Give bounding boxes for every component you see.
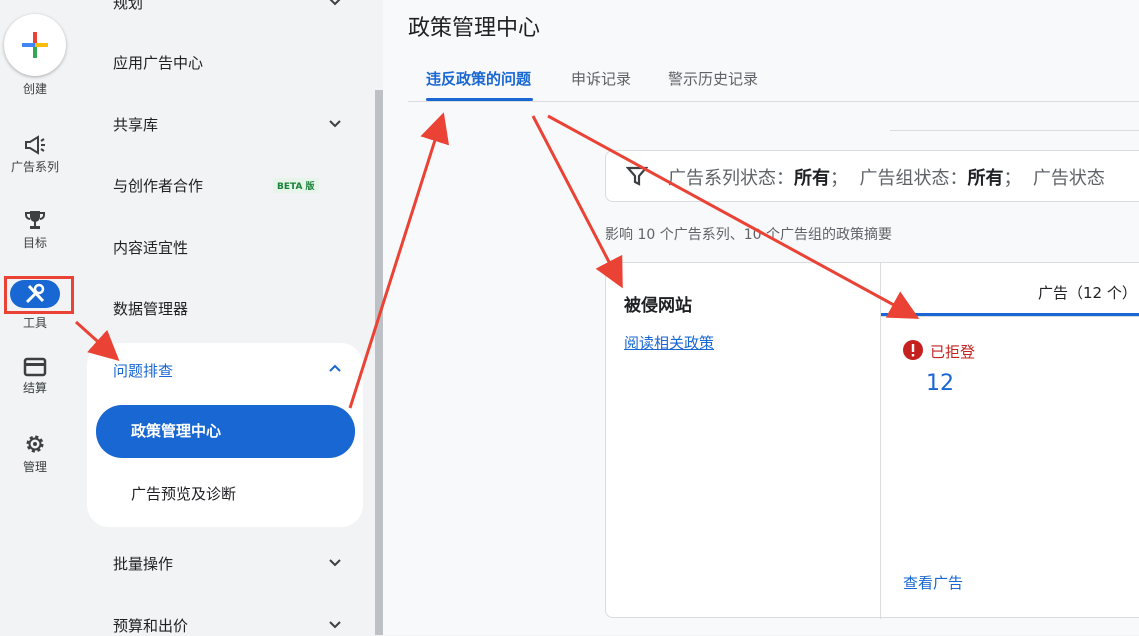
read-policy-link[interactable]: 阅读相关政策 xyxy=(624,332,714,353)
policy-issue-card: 被侵网站 阅读相关政策 广告（12 个） 已拒登 12 查看广告 xyxy=(605,262,1139,619)
policy-summary-text: 影响 10 个广告系列、10 个广告组的政策摘要 xyxy=(605,227,892,243)
nav-item-troubleshooting[interactable]: 问题排查 xyxy=(113,360,343,381)
rail-label: 目标 xyxy=(22,236,47,250)
nav-item-planning[interactable]: 规划 xyxy=(113,0,343,13)
nav-item-label: 批量操作 xyxy=(113,555,174,573)
nav-item-label: 应用广告中心 xyxy=(113,54,204,72)
nav-item-data-manager[interactable]: 数据管理器 xyxy=(113,298,343,319)
nav-item-bulk-actions[interactable]: 批量操作 xyxy=(113,553,343,574)
gear-icon xyxy=(26,435,44,453)
filter-summary: 广告系列状态：所有； 广告组状态：所有； 广告状态 xyxy=(668,168,1105,189)
create-button[interactable] xyxy=(4,14,66,76)
rail-label: 工具 xyxy=(22,316,47,330)
filter-key: 广告状态 xyxy=(1032,168,1105,189)
divider xyxy=(890,130,1139,131)
trophy-icon xyxy=(25,211,45,229)
tab-policy-issues[interactable]: 违反政策的问题 xyxy=(426,68,531,89)
nav-item-label: 政策管理中心 xyxy=(131,422,222,440)
rail-item-tools[interactable]: 工具 xyxy=(0,312,70,331)
rail-label: 管理 xyxy=(22,460,47,474)
tab-appeal-history[interactable]: 申诉记录 xyxy=(571,68,631,89)
rail-item-billing[interactable]: 结算 xyxy=(0,357,70,396)
filter-icon xyxy=(626,166,648,186)
filter-key: 广告组状态： xyxy=(859,168,968,189)
nav-item-label: 预算和出价 xyxy=(113,617,189,635)
nav-item-label: 共享库 xyxy=(113,116,159,134)
tools-icon xyxy=(25,283,45,304)
megaphone-icon xyxy=(25,135,45,155)
rail-label: 结算 xyxy=(22,381,47,395)
disapproved-count[interactable]: 12 xyxy=(926,371,954,396)
nav-item-label: 规划 xyxy=(113,0,144,12)
chevron-down-icon xyxy=(329,559,341,567)
rail-item-admin[interactable]: 管理 xyxy=(0,432,70,475)
rail-label: 广告系列 xyxy=(10,160,59,174)
tools-nav: 规划 应用广告中心 共享库 与创作者合作 BETA 版 内容适宜性 数据管理器 … xyxy=(85,0,375,635)
nav-item-label: 数据管理器 xyxy=(113,300,189,318)
ads-count-tab[interactable]: 广告（12 个） xyxy=(1038,282,1137,303)
ads-tab-divider xyxy=(881,316,1139,317)
beta-badge: BETA 版 xyxy=(273,178,319,193)
chevron-down-icon xyxy=(329,120,341,128)
credit-card-icon xyxy=(23,357,47,377)
filter-value: 所有 xyxy=(794,168,830,189)
nav-item-budgets-bids[interactable]: 预算和出价 xyxy=(113,615,343,636)
nav-item-ad-preview[interactable]: 广告预览及诊断 xyxy=(131,483,361,504)
filter-bar[interactable]: 广告系列状态：所有； 广告组状态：所有； 广告状态 xyxy=(605,150,1139,202)
policy-name: 被侵网站 xyxy=(624,296,692,316)
error-icon xyxy=(903,340,923,360)
disapproved-label: 已拒登 xyxy=(930,343,976,361)
tab-warning-history[interactable]: 警示历史记录 xyxy=(668,68,758,89)
nav-item-label: 内容适宜性 xyxy=(113,239,189,257)
tabs-divider xyxy=(408,101,1139,102)
left-rail: 创建 广告系列 目标 工具 结算 管理 xyxy=(0,0,74,635)
sidebar-scrollbar[interactable] xyxy=(375,90,383,635)
plus-icon xyxy=(22,32,48,58)
filter-key: 广告系列状态： xyxy=(668,168,794,189)
filter-value: 所有 xyxy=(967,168,1004,189)
chevron-up-icon xyxy=(329,364,341,372)
chevron-down-icon xyxy=(329,0,341,6)
view-ads-link[interactable]: 查看广告 xyxy=(903,572,963,593)
nav-item-app-center[interactable]: 应用广告中心 xyxy=(113,52,343,73)
nav-item-content-suitability[interactable]: 内容适宜性 xyxy=(113,237,343,258)
nav-item-shared-library[interactable]: 共享库 xyxy=(113,114,343,135)
tools-pill[interactable] xyxy=(10,280,60,308)
main-content: 政策管理中心 违反政策的问题 申诉记录 警示历史记录 广告系列状态：所有； 广告… xyxy=(383,0,1139,635)
rail-item-campaigns[interactable]: 广告系列 xyxy=(0,134,70,175)
chevron-down-icon xyxy=(329,621,341,629)
create-label: 创建 xyxy=(22,82,47,96)
nav-item-label: 广告预览及诊断 xyxy=(131,485,237,503)
page-title: 政策管理中心 xyxy=(408,16,541,41)
nav-item-policy-manager[interactable]: 政策管理中心 xyxy=(96,405,355,458)
rail-item-goals[interactable]: 目标 xyxy=(0,208,70,251)
nav-item-label: 与创作者合作 xyxy=(113,177,204,195)
nav-item-label: 问题排查 xyxy=(113,362,174,380)
nav-item-creator-partnership[interactable]: 与创作者合作 BETA 版 xyxy=(113,175,343,196)
